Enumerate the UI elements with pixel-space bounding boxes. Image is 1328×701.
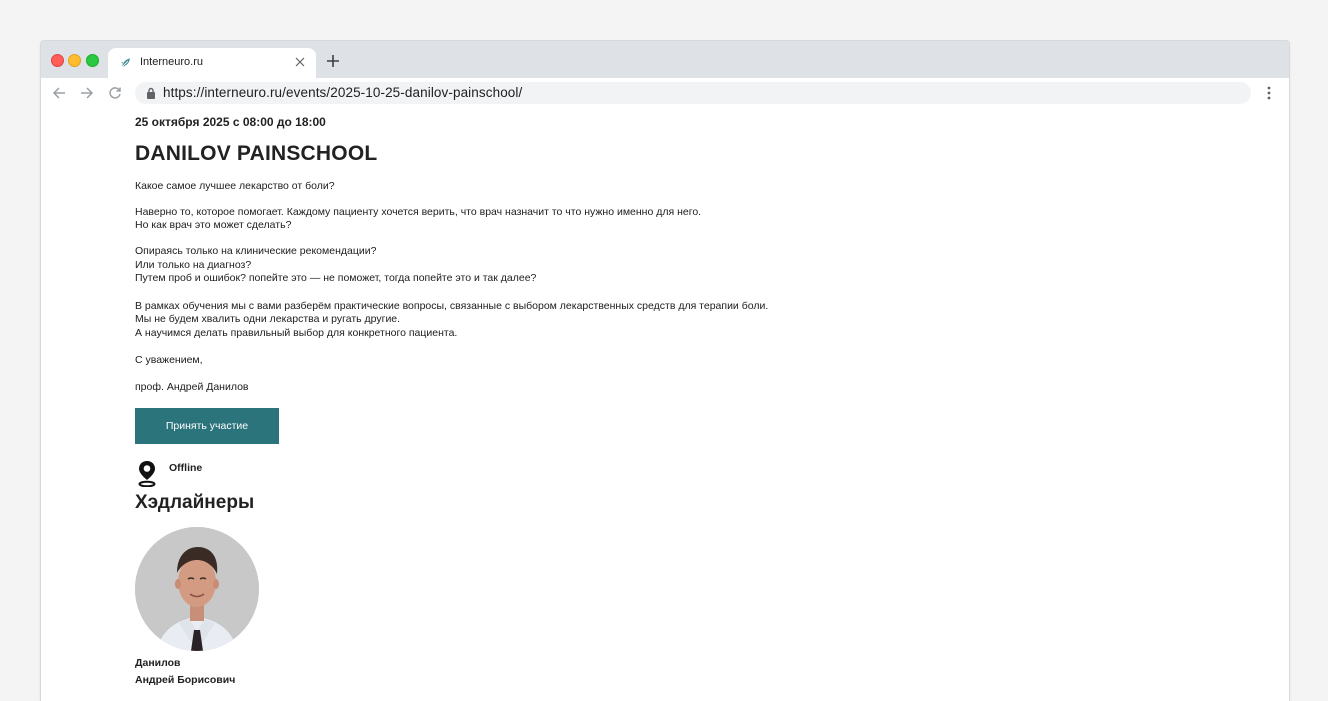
tab-strip: Interneuro.ru	[41, 41, 1289, 78]
speaker-portrait-image	[135, 527, 259, 651]
event-format: Offline	[135, 459, 335, 489]
tab-title: Interneuro.ru	[140, 56, 203, 68]
window-minimize-button[interactable]	[68, 54, 81, 67]
event-text-line: Наверно то, которое помогает. Каждому па…	[135, 206, 702, 218]
event-text-line: Опираясь только на клинические рекоменда…	[135, 245, 377, 257]
event-text-line: С уважением,	[135, 354, 203, 366]
event-text-line: проф. Андрей Данилов	[135, 381, 249, 393]
event-text-line: В рамках обучения мы с вами разберём пра…	[135, 300, 769, 312]
plus-icon[interactable]	[325, 53, 341, 69]
format-label: Offline	[169, 462, 203, 474]
speaker-avatar[interactable]	[135, 527, 259, 651]
event-text-line: Мы не будем хвалить одни лекарства и руг…	[135, 313, 401, 325]
event-text-line: Какое самое лучшее лекарство от боли?	[135, 180, 335, 192]
map-pin-icon	[138, 461, 156, 487]
arrow-right-icon[interactable]	[79, 85, 95, 101]
reload-icon[interactable]	[107, 85, 123, 101]
window-maximize-button[interactable]	[86, 54, 99, 67]
url-text[interactable]: https://interneuro.ru/events/2025-10-25-…	[163, 85, 522, 100]
event-text-line: А научимся делать правильный выбор для к…	[135, 327, 458, 339]
page-viewport: 25 октября 2025 с 08:00 до 18:00 DANILOV…	[41, 109, 1289, 701]
speaker-given-name[interactable]: Андрей Борисович	[135, 674, 235, 686]
window-close-button[interactable]	[51, 54, 64, 67]
leaf-icon	[121, 58, 130, 68]
browser-toolbar: https://interneuro.ru/events/2025-10-25-…	[41, 78, 1289, 109]
page-title: DANILOV PAINSCHOOL	[135, 142, 378, 165]
headliners-heading: Хэдлайнеры	[135, 492, 255, 513]
event-text-line: Путем проб и ошибок? попейте это — не по…	[135, 272, 537, 284]
browser-tab-active[interactable]: Interneuro.ru	[108, 48, 316, 78]
address-bar[interactable]: https://interneuro.ru/events/2025-10-25-…	[135, 82, 1251, 104]
speaker-surname[interactable]: Данилов	[135, 657, 181, 669]
lock-icon	[147, 87, 155, 99]
arrow-left-icon[interactable]	[51, 85, 67, 101]
browser-window: Interneuro.ru https://interneuro.ru/even…	[40, 40, 1290, 701]
register-button[interactable]: Принять участие	[135, 408, 279, 444]
event-text-line: Или только на диагноз?	[135, 259, 252, 271]
kebab-menu-icon[interactable]	[1261, 85, 1277, 101]
event-date: 25 октября 2025 с 08:00 до 18:00	[135, 115, 326, 129]
event-text-line: Но как врач это может сделать?	[135, 219, 292, 231]
close-icon[interactable]	[292, 54, 308, 70]
